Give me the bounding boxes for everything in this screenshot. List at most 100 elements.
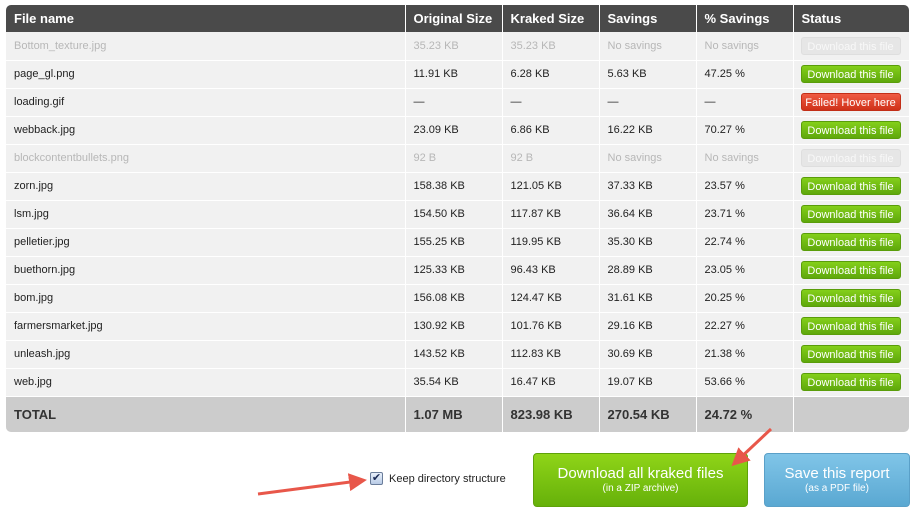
percent-savings-cell: 20.25 % [696,284,794,313]
kraked-size-cell: 124.47 KB [502,284,600,313]
kraked-size-cell: 6.86 KB [502,116,600,145]
file-name-cell: loading.gif [6,88,406,117]
table-row: blockcontentbullets.png 92 B 92 B No saving… [6,144,909,173]
status-cell: Download this file [793,144,909,173]
original-size-cell: 35.23 KB [405,32,503,61]
savings-cell: 36.64 KB [599,200,697,229]
status-cell: Download this file [793,284,909,313]
table-row: bom.jpg 156.08 KB 124.47 KB 31.61 KB 20.25 %… [6,284,909,313]
savings-cell: No savings [599,32,697,61]
total-label: TOTAL [6,396,406,432]
keep-directory-label: Keep directory structure [389,472,506,485]
download-file-button[interactable]: Download this file [800,317,901,335]
arrow-annotation-checkbox [257,473,367,496]
keep-directory-checkbox[interactable]: ✔ [370,472,383,485]
download-file-button[interactable]: Download this file [800,177,901,195]
table-row: farmersmarket.jpg 130.92 KB 101.76 KB 29.16… [6,312,909,341]
header-percent-savings: % Savings [696,5,794,32]
download-file-button: Download this file [800,149,901,167]
table-row: web.jpg 35.54 KB 16.47 KB 19.07 KB 53.66 % Do… [6,368,909,397]
download-file-button[interactable]: Download this file [800,205,901,223]
original-size-cell: 155.25 KB [405,228,503,257]
original-size-cell: 158.38 KB [405,172,503,201]
original-size-cell: 23.09 KB [405,116,503,145]
savings-cell: — [599,88,697,117]
status-cell: Download this file [793,340,909,369]
original-size-cell: 11.91 KB [405,60,503,89]
percent-savings-cell: — [696,88,794,117]
savings-cell: No savings [599,144,697,173]
percent-savings-cell: 22.27 % [696,312,794,341]
header-file-name: File name [6,5,406,32]
table-row: buethorn.jpg 125.33 KB 96.43 KB 28.89 KB 23.… [6,256,909,285]
download-file-button[interactable]: Download this file [800,373,901,391]
percent-savings-cell: 70.27 % [696,116,794,145]
status-cell: Download this file [793,32,909,61]
save-report-button[interactable]: Save this report (as a PDF file) [764,453,910,507]
status-cell: Download this file [793,368,909,397]
kraked-size-cell: 6.28 KB [502,60,600,89]
original-size-cell: 130.92 KB [405,312,503,341]
file-name-cell: webback.jpg [6,116,406,145]
table-row: unleash.jpg 143.52 KB 112.83 KB 30.69 KB 21.… [6,340,909,369]
total-original: 1.07 MB [405,396,503,432]
kraked-size-cell: 117.87 KB [502,200,600,229]
total-status-empty [793,396,909,432]
kraked-size-cell: 112.83 KB [502,340,600,369]
savings-cell: 37.33 KB [599,172,697,201]
header-kraked-size: Kraked Size [502,5,600,32]
checkmark-icon: ✔ [371,472,382,484]
total-kraked: 823.98 KB [502,396,600,432]
percent-savings-cell: 21.38 % [696,340,794,369]
download-file-button[interactable]: Download this file [800,65,901,83]
file-name-cell: page_gl.png [6,60,406,89]
kraked-size-cell: — [502,88,600,117]
savings-cell: 5.63 KB [599,60,697,89]
download-file-button[interactable]: Download this file [800,233,901,251]
table-row: page_gl.png 11.91 KB 6.28 KB 5.63 KB 47.25 %… [6,60,909,89]
total-row: TOTAL 1.07 MB 823.98 KB 270.54 KB 24.72 … [6,396,909,432]
total-percent: 24.72 % [696,396,794,432]
table-body: Bottom_texture.jpg 35.23 KB 35.23 KB No sav… [6,32,909,397]
file-name-cell: blockcontentbullets.png [6,144,406,173]
file-name-cell: web.jpg [6,368,406,397]
percent-savings-cell: 23.05 % [696,256,794,285]
download-all-label: Download all kraked files [557,465,724,482]
status-cell: Download this file [793,60,909,89]
download-all-button[interactable]: Download all kraked files (in a ZIP arch… [533,453,748,507]
save-report-sublabel: (as a PDF file) [805,483,869,494]
results-table-container: File name Original Size Kraked Size Savi… [6,5,909,432]
percent-savings-cell: 23.71 % [696,200,794,229]
header-original-size: Original Size [405,5,503,32]
table-row: lsm.jpg 154.50 KB 117.87 KB 36.64 KB 23.71 %… [6,200,909,229]
percent-savings-cell: 22.74 % [696,228,794,257]
original-size-cell: 35.54 KB [405,368,503,397]
table-row: webback.jpg 23.09 KB 6.86 KB 16.22 KB 70.27 … [6,116,909,145]
file-name-cell: unleash.jpg [6,340,406,369]
savings-cell: 31.61 KB [599,284,697,313]
kraked-size-cell: 35.23 KB [502,32,600,61]
keep-directory-option[interactable]: ✔ Keep directory structure [370,472,506,485]
download-file-button[interactable]: Download this file [800,261,901,279]
table-row: Bottom_texture.jpg 35.23 KB 35.23 KB No sav… [6,32,909,61]
failed-status-button[interactable]: Failed! Hover here [800,93,901,111]
table-row: pelletier.jpg 155.25 KB 119.95 KB 35.30 KB 2… [6,228,909,257]
percent-savings-cell: 23.57 % [696,172,794,201]
status-cell: Download this file [793,116,909,145]
status-cell: Download this file [793,228,909,257]
download-all-sublabel: (in a ZIP archive) [602,483,679,494]
file-name-cell: buethorn.jpg [6,256,406,285]
original-size-cell: 143.52 KB [405,340,503,369]
status-cell: Download this file [793,172,909,201]
status-cell: Download this file [793,312,909,341]
header-status: Status [793,5,909,32]
download-file-button[interactable]: Download this file [800,121,901,139]
savings-cell: 28.89 KB [599,256,697,285]
status-cell: Download this file [793,200,909,229]
percent-savings-cell: 47.25 % [696,60,794,89]
file-name-cell: Bottom_texture.jpg [6,32,406,61]
download-file-button[interactable]: Download this file [800,345,901,363]
total-savings: 270.54 KB [599,396,697,432]
download-file-button[interactable]: Download this file [800,289,901,307]
download-file-button: Download this file [800,36,901,55]
